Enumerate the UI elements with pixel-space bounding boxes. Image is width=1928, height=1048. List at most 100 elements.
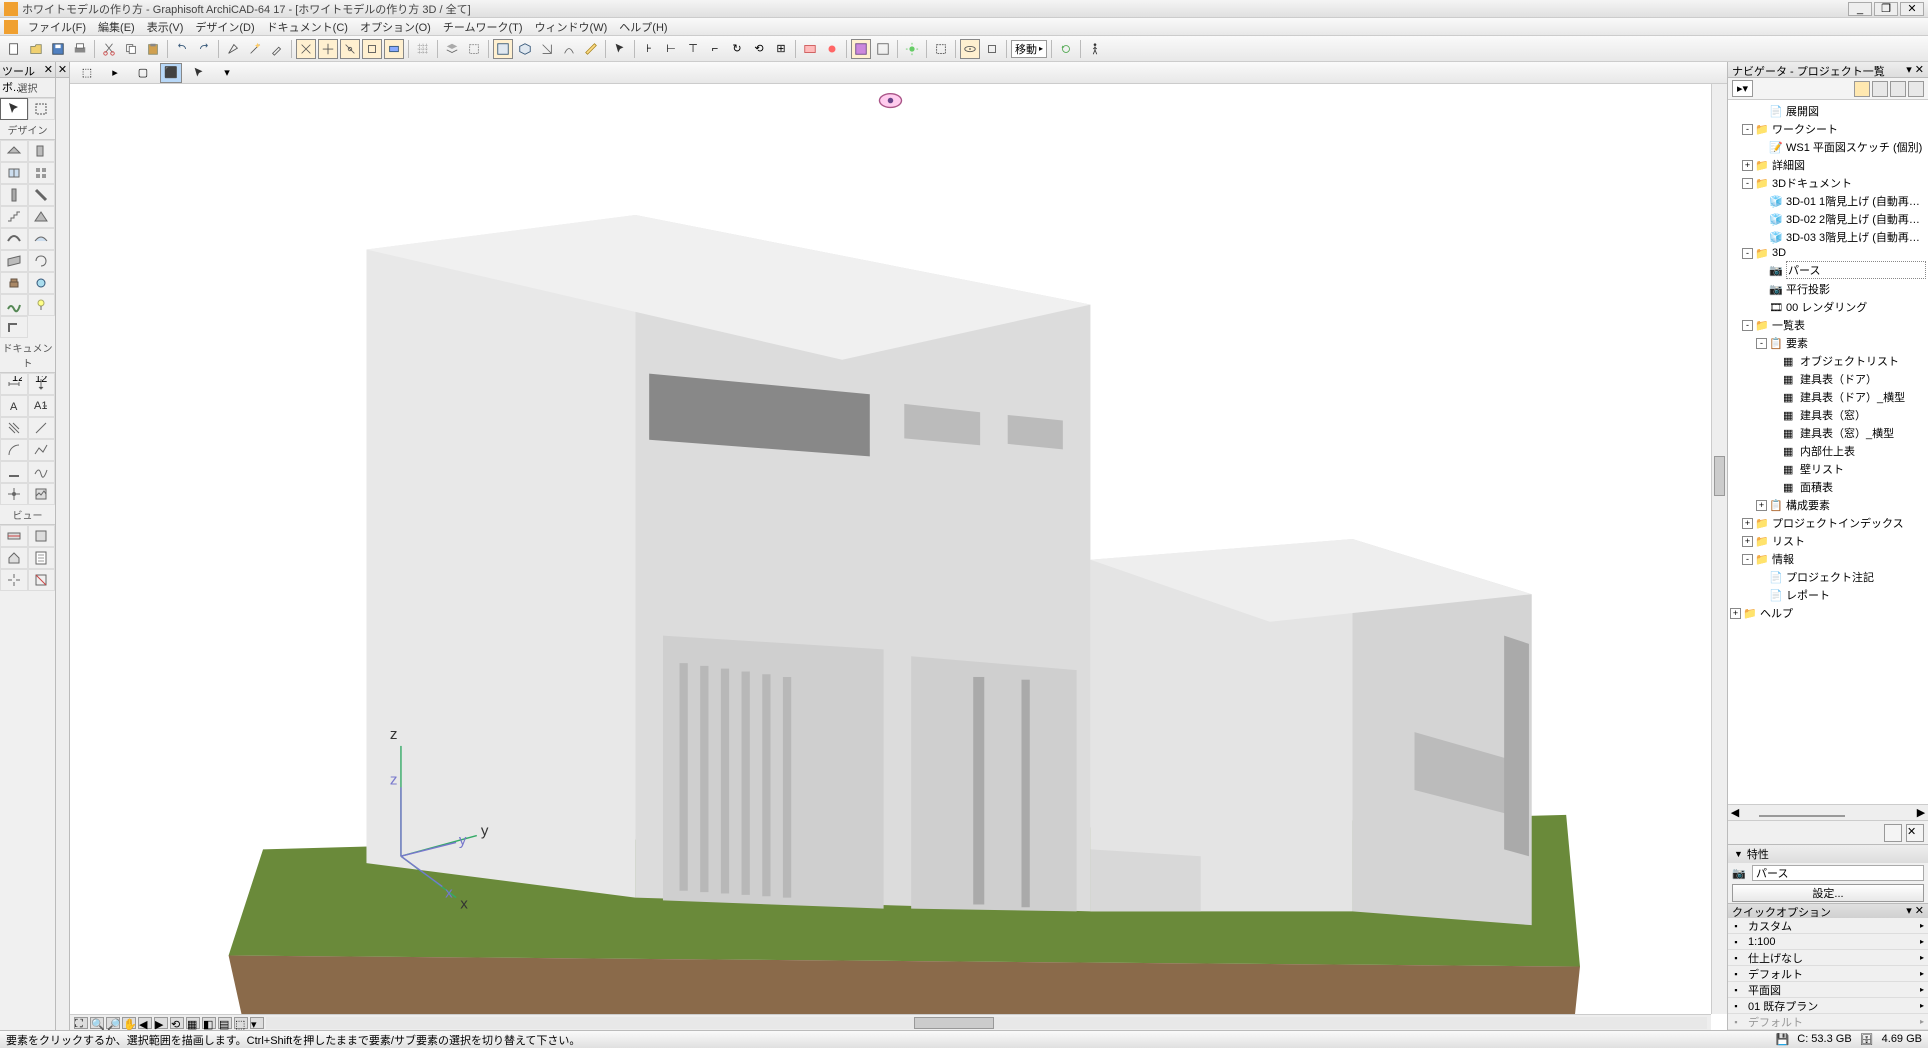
orbit-icon[interactable]: ⟲ [170, 1017, 184, 1029]
object-tool[interactable] [0, 272, 28, 294]
tree-item[interactable]: -📁一覧表 [1728, 316, 1928, 334]
tree-item[interactable]: 📷パース [1728, 260, 1928, 280]
copy-button[interactable] [121, 39, 141, 59]
tree-item[interactable]: 📷平行投影 [1728, 280, 1928, 298]
marquee-button[interactable] [931, 39, 951, 59]
tree-toggle-icon[interactable]: + [1742, 518, 1753, 529]
polyline-tool[interactable] [28, 439, 56, 461]
print-button[interactable] [70, 39, 90, 59]
layers-button[interactable] [442, 39, 462, 59]
arrow-tool[interactable] [0, 98, 28, 120]
info-mode-2[interactable]: ▸ [104, 63, 126, 83]
tree-item[interactable]: 🧊3D-03 3階見上げ (自動再構築 [1728, 228, 1928, 246]
tree-item[interactable]: 📝WS1 平面図スケッチ (個別) [1728, 138, 1928, 156]
menu-window[interactable]: ウィンドウ(W) [529, 19, 614, 35]
menu-help[interactable]: ヘルプ(H) [613, 19, 673, 35]
open-button[interactable] [26, 39, 46, 59]
tree-item[interactable]: -📁3Dドキュメント [1728, 174, 1928, 192]
interior-tool[interactable] [0, 547, 28, 569]
cursor-mode-4[interactable] [362, 39, 382, 59]
wire-mode[interactable] [873, 39, 893, 59]
maximize-button[interactable]: ❐ [1874, 2, 1898, 16]
arrow-cursor-icon[interactable] [610, 39, 630, 59]
figure-tool[interactable] [28, 483, 56, 505]
morph-tool[interactable] [28, 250, 56, 272]
snap-5[interactable]: ↻ [727, 39, 747, 59]
beam-tool[interactable] [0, 184, 28, 206]
pick-button[interactable] [223, 39, 243, 59]
cut-button[interactable] [99, 39, 119, 59]
menu-design[interactable]: デザイン(D) [189, 19, 260, 35]
view-2d-button[interactable] [493, 39, 513, 59]
refresh-button[interactable] [1056, 39, 1076, 59]
drawing-tool[interactable] [0, 461, 28, 483]
change-tool[interactable] [28, 569, 56, 591]
fill-tool[interactable] [0, 417, 28, 439]
zoom-prev-icon[interactable]: ◀ [138, 1017, 152, 1029]
worksheet-tool[interactable] [28, 547, 56, 569]
nav-delete-button[interactable]: ✕ [1906, 824, 1924, 842]
tree-item[interactable]: ▦面積表 [1728, 478, 1928, 496]
tree-item[interactable]: 🎞00 レンダリング [1728, 298, 1928, 316]
tree-toggle-icon[interactable]: - [1742, 178, 1753, 189]
menu-view[interactable]: 表示(V) [141, 19, 190, 35]
elevation-tool[interactable] [28, 525, 56, 547]
quick-option-row[interactable]: ▪仕上げなし▸ [1728, 950, 1928, 966]
navigator-chooser[interactable]: ▸▾ [1732, 80, 1753, 97]
tree-toggle-icon[interactable]: - [1742, 124, 1753, 135]
view-btn-1[interactable]: ▦ [186, 1017, 200, 1029]
menu-edit[interactable]: 編集(E) [92, 19, 141, 35]
curve-button[interactable] [559, 39, 579, 59]
tree-item[interactable]: ▦内部仕上表 [1728, 442, 1928, 460]
qo-dropdown-icon[interactable]: ▸ [1916, 937, 1928, 946]
qo-pin-icon[interactable]: ▾ [1906, 905, 1912, 917]
tree-toggle-icon[interactable]: - [1742, 554, 1753, 565]
info-mode-3[interactable]: ▢ [132, 63, 154, 83]
save-button[interactable] [48, 39, 68, 59]
section-tool[interactable] [0, 525, 28, 547]
zoom-next-icon[interactable]: ▶ [154, 1017, 168, 1029]
tree-item[interactable]: -📁情報 [1728, 550, 1928, 568]
measure-button[interactable] [581, 39, 601, 59]
tree-toggle-icon[interactable]: - [1756, 338, 1767, 349]
qo-dropdown-icon[interactable]: ▸ [1916, 969, 1928, 978]
walk-button[interactable] [1085, 39, 1105, 59]
tree-toggle-icon[interactable]: + [1742, 160, 1753, 171]
zoom-out-icon[interactable]: 🔎 [106, 1017, 120, 1029]
minimize-button[interactable]: _ [1848, 2, 1872, 16]
close-button[interactable]: ✕ [1900, 2, 1924, 16]
qo-dropdown-icon[interactable]: ▸ [1916, 921, 1928, 930]
text-tool[interactable]: A [0, 395, 28, 417]
skylight-tool[interactable] [28, 228, 56, 250]
3d-viewport[interactable]: z y x z y x ⛶ 🔍 [70, 84, 1727, 1030]
tree-toggle-icon[interactable]: + [1730, 608, 1741, 619]
spline-tool[interactable] [28, 461, 56, 483]
view-drop[interactable]: ▾ [250, 1017, 264, 1029]
corner-tool[interactable] [0, 316, 28, 338]
view-btn-2[interactable]: ◧ [202, 1017, 216, 1029]
tree-item[interactable]: ▦建具表（ドア） [1728, 370, 1928, 388]
stair-tool[interactable] [0, 206, 28, 228]
tree-item[interactable]: -📋要素 [1728, 334, 1928, 352]
cursor-mode-3[interactable] [340, 39, 360, 59]
zoom-in-icon[interactable]: 🔍 [90, 1017, 104, 1029]
render-2[interactable] [822, 39, 842, 59]
level-dim-tool[interactable]: 12 [28, 373, 56, 395]
tree-item[interactable]: ▦建具表（窓）_横型 [1728, 424, 1928, 442]
zoom-fit-icon[interactable]: ⛶ [74, 1017, 88, 1029]
redo-button[interactable] [194, 39, 214, 59]
snap-4[interactable]: ⌐ [705, 39, 725, 59]
navigator-hscroll[interactable]: ◀ ▶ [1728, 804, 1928, 820]
paste-button[interactable] [143, 39, 163, 59]
cursor-mode-5[interactable] [384, 39, 404, 59]
zone-tool[interactable] [28, 272, 56, 294]
column-tool[interactable] [28, 162, 56, 184]
menu-document[interactable]: ドキュメント(C) [261, 19, 354, 35]
qo-close-icon[interactable]: ✕ [1915, 905, 1924, 917]
tree-item[interactable]: ▦建具表（窓） [1728, 406, 1928, 424]
arc-tool[interactable] [0, 439, 28, 461]
horizontal-scrollbar[interactable] [266, 1017, 1707, 1029]
shell-tool[interactable] [0, 228, 28, 250]
tree-item[interactable]: +📋構成要素 [1728, 496, 1928, 514]
window-tool[interactable] [0, 162, 28, 184]
